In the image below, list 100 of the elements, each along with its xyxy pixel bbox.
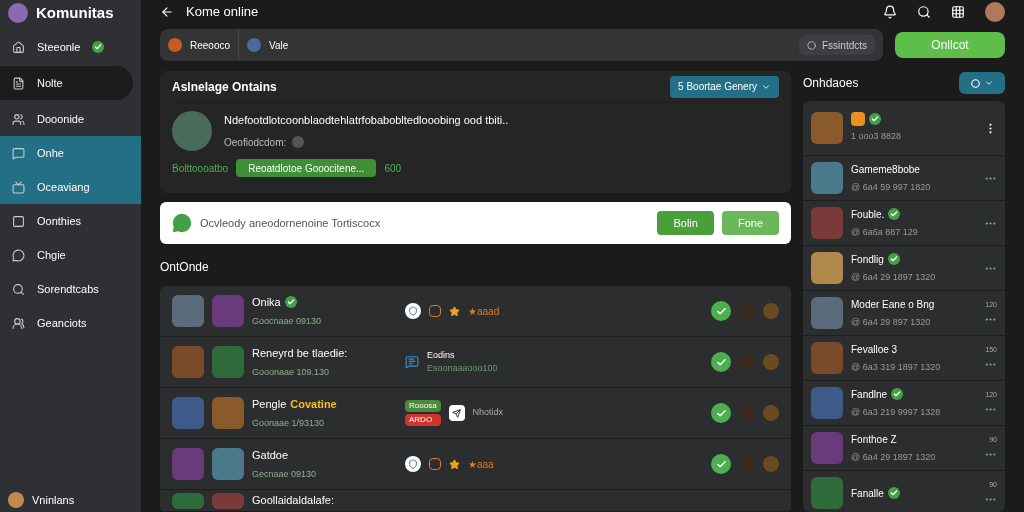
user-name: Fonthoe Z [851, 432, 897, 447]
page-title: Kome online [186, 3, 259, 22]
tag: Rooosa [405, 400, 441, 412]
app-text: Nhotidx [472, 406, 504, 420]
sidebar-item[interactable]: Oceaviang [0, 170, 141, 204]
sidebar-item[interactable]: Chgie [0, 238, 141, 272]
speech-bubble-icon [12, 248, 25, 262]
check-icon [715, 305, 727, 317]
search-icon [12, 282, 25, 296]
online-item[interactable]: Gameme8bobe @ 6a4 59 997 1820 [803, 156, 1005, 201]
shield-icon [405, 456, 421, 472]
user-handle: 1 ooo3 8828 [851, 130, 902, 144]
row-subtitle: Gecnaae 09130 [252, 467, 318, 481]
user-name: Fandlne [851, 387, 888, 402]
bell-icon[interactable] [883, 5, 897, 19]
user-name: Moder Eane o Bng [851, 297, 935, 312]
row-highlight: Covatine [290, 397, 337, 412]
caret-icon [983, 78, 994, 88]
filter-chip[interactable]: Vale [247, 29, 297, 61]
user-name: Vninlans [32, 492, 75, 508]
chat-icon [12, 146, 25, 160]
user-name: Fevalloe 3 [851, 342, 898, 357]
back-icon[interactable] [160, 5, 174, 19]
app-title: Komunitas [36, 2, 114, 23]
message-icon [405, 355, 419, 369]
circle-icon [807, 40, 816, 50]
row-subtitle: Gooonaae 109.130 [252, 365, 331, 379]
check-button[interactable] [711, 454, 731, 474]
check-button[interactable] [711, 403, 731, 423]
screen-icon [12, 180, 25, 194]
user-name: Fanalle [851, 486, 884, 501]
row-subtitle: Goocnaae 09130 [252, 314, 323, 328]
document-icon [12, 76, 25, 90]
user-handle: @ 6a4 29 897 1320 [851, 315, 932, 329]
sidebar-item[interactable]: Nolte [0, 66, 133, 100]
logo-icon [8, 3, 28, 23]
online-item[interactable]: 1 ooo3 8828 [803, 101, 1005, 156]
status-dropdown[interactable] [959, 72, 1005, 94]
user-name: Fondlig [851, 252, 884, 267]
sidebar-item[interactable]: Geanciots [0, 306, 141, 340]
circle-icon [970, 78, 980, 88]
sidebar-item[interactable]: Onhe [0, 136, 141, 170]
filter-chip[interactable]: Fssintdcts [799, 35, 875, 55]
sidebar-item[interactable]: Oonthies [0, 204, 141, 238]
check-button[interactable] [711, 301, 731, 321]
group-icon [12, 316, 25, 330]
profile-avatar[interactable] [985, 2, 1005, 22]
sidebar-item[interactable]: Sorendtcabs [0, 272, 141, 306]
section-title: Onhdaoes [803, 75, 859, 92]
user-handle: @ 6a4 59 997 1820 [851, 180, 931, 194]
check-icon [715, 356, 727, 368]
tag: ARDO [405, 414, 441, 426]
info-icon [292, 136, 305, 149]
list-row[interactable]: Pengle Covatine Goonaae 1/93130 Rooosa ARDO Nhotidx [160, 388, 791, 439]
row-name: Goollaidaldalafe: [252, 493, 334, 509]
action-button[interactable]: Reoatdlotoe Gooocitene... [236, 159, 377, 177]
post-label: Bolttoooatbo [172, 161, 229, 176]
user-handle: @ 6a3 319 1897 1320 [851, 360, 941, 374]
post-subtitle: Oeofiodcdom: [224, 135, 287, 150]
list-row[interactable]: Reneyrd be tlaedie: Gooonaae 109.130 Eodins Esoonaaaooo100 [160, 337, 791, 388]
check-icon [715, 407, 727, 419]
row-name: Gatdoe [252, 448, 289, 463]
chat-title: Eodins [427, 348, 456, 362]
online-item[interactable]: Fondlig @ 6a4 29 1897 1320 [803, 246, 1005, 291]
user-name: Gameme8bobe [851, 162, 920, 177]
post-text: Ndefootdlotcoonblaodtehlatrfobabobltedlooobing ood tbiti.. [224, 113, 509, 129]
section-title: Aslnelage Ontains [172, 78, 277, 96]
rating-text: ★aaa [468, 457, 494, 472]
count: 600 [384, 161, 402, 176]
rating-text: ★aaad [468, 304, 500, 319]
sidebar-item[interactable]: Dooonide [0, 102, 141, 136]
online-item[interactable]: Fouble. @ 6a6a 887 129 [803, 201, 1005, 246]
list-row[interactable]: Goollaidaldalafe: [160, 490, 791, 512]
shield-icon [405, 303, 421, 319]
grid-icon[interactable] [951, 5, 965, 19]
sidebar-item[interactable]: Steeonle [0, 30, 141, 64]
user-handle: @ 6a3 219 9997 1328 [851, 405, 941, 419]
star-icon [449, 458, 460, 470]
square-icon [12, 214, 25, 228]
dropdown-button[interactable]: 5 Boortae Genery [670, 75, 779, 98]
user-name: Fouble. [851, 207, 885, 222]
search-icon[interactable] [917, 5, 931, 19]
list-row[interactable]: Onika Goocnaae 09130 ★aaad [160, 286, 791, 337]
row-name: Pengle [252, 397, 287, 412]
section-title: OntOnde [160, 259, 210, 276]
list-row[interactable]: Gatdoe Gecnaae 09130 ★aaa [160, 439, 791, 490]
row-name: Onika [252, 295, 281, 310]
user-handle: @ 6a4 29 1897 1320 [851, 450, 936, 464]
row-subtitle: Goonaae 1/93130 [252, 416, 326, 430]
chat-subtitle: Esoonaaaooo100 [427, 362, 498, 375]
check-icon [715, 458, 727, 470]
user-handle: @ 6a4 29 1897 1320 [851, 270, 936, 284]
check-button[interactable] [711, 352, 731, 372]
home-icon [12, 40, 25, 54]
app-icon [448, 405, 465, 421]
app-icon [851, 112, 865, 127]
user-handle: @ 6a6a 887 129 [851, 225, 918, 239]
filter-chip[interactable]: Reeooco [168, 29, 240, 61]
users-icon [12, 112, 25, 126]
star-icon [449, 305, 460, 317]
